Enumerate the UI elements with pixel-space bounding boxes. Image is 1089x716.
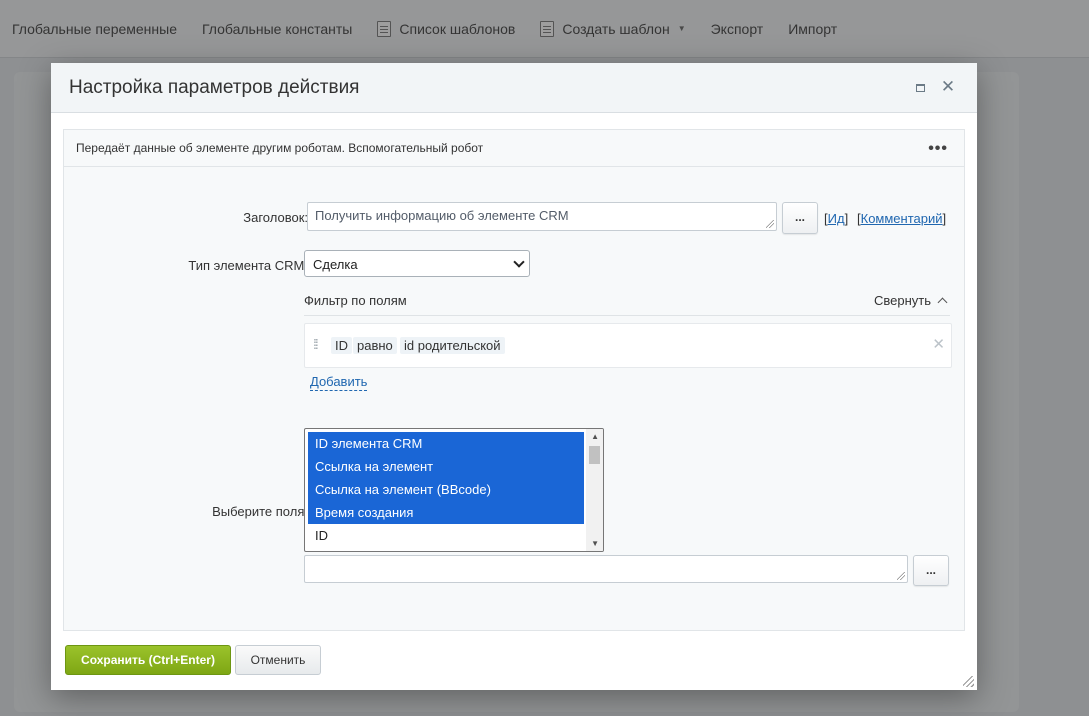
filter-condition-row: ⁞⁞ ID равно id родительской ✕ bbox=[304, 323, 952, 368]
fields-label: Выберите поля: bbox=[212, 504, 308, 519]
dialog-header: Настройка параметров действия ✕ bbox=[51, 63, 977, 113]
scrollbar[interactable]: ▲ ▼ bbox=[586, 429, 603, 551]
settings-panel: Передаёт данные об элементе другим робот… bbox=[63, 129, 965, 631]
list-option[interactable]: ID bbox=[308, 524, 584, 547]
resize-grip-icon[interactable] bbox=[766, 220, 774, 228]
list-option[interactable]: Время создания bbox=[308, 501, 584, 524]
more-icon[interactable]: ••• bbox=[928, 140, 948, 158]
add-condition-link[interactable]: Добавить bbox=[310, 374, 368, 391]
title-input-value: Получить информацию об элементе CRM bbox=[315, 208, 569, 223]
list-option[interactable]: Ссылка на элемент bbox=[308, 455, 584, 478]
filter-value[interactable]: id родительской bbox=[400, 337, 505, 354]
scroll-down-icon[interactable]: ▼ bbox=[591, 539, 599, 548]
title-label: Заголовок: bbox=[243, 210, 308, 225]
entity-type-select[interactable]: Сделка bbox=[304, 250, 530, 277]
comment-link[interactable]: Комментарий bbox=[861, 211, 943, 226]
cancel-button[interactable]: Отменить bbox=[235, 645, 321, 675]
close-icon[interactable]: ✕ bbox=[939, 78, 957, 96]
action-settings-dialog: Настройка параметров действия ✕ Передаёт… bbox=[51, 63, 977, 690]
dialog-title: Настройка параметров действия bbox=[69, 76, 360, 98]
dialog-resize-icon[interactable] bbox=[963, 676, 974, 687]
list-option[interactable]: Ссылка на элемент (BBcode) bbox=[308, 478, 584, 501]
resize-grip-icon[interactable] bbox=[897, 572, 905, 580]
collapse-button[interactable]: Свернуть bbox=[873, 293, 948, 308]
id-link-wrapper: [Ид] bbox=[824, 211, 849, 226]
comment-link-wrapper: [Комментарий] bbox=[857, 211, 947, 226]
title-dots-button[interactable]: ... bbox=[782, 202, 818, 234]
scroll-up-icon[interactable]: ▲ bbox=[591, 432, 599, 441]
entity-type-value: Сделка bbox=[313, 257, 358, 272]
title-input[interactable]: Получить информацию об элементе CRM bbox=[307, 202, 777, 231]
chevron-up-icon bbox=[937, 297, 948, 308]
entity-type-label: Тип элемента CRM: bbox=[188, 258, 308, 273]
dialog-footer: Сохранить (Ctrl+Enter) Отменить bbox=[51, 638, 977, 688]
filter-operator[interactable]: равно bbox=[353, 337, 397, 354]
collapse-label: Свернуть bbox=[873, 293, 931, 308]
save-button[interactable]: Сохранить (Ctrl+Enter) bbox=[65, 645, 231, 675]
filter-header: Фильтр по полям Свернуть bbox=[304, 290, 950, 316]
fields-dots-button[interactable]: ... bbox=[913, 555, 949, 586]
fields-extra-input[interactable] bbox=[304, 555, 908, 583]
fields-listbox[interactable]: ID элемента CRM Ссылка на элемент Ссылка… bbox=[304, 428, 604, 552]
drag-handle-icon[interactable]: ⁞⁞ bbox=[313, 336, 319, 352]
chevron-down-icon bbox=[513, 256, 525, 268]
id-link[interactable]: Ид bbox=[828, 211, 845, 226]
scroll-thumb[interactable] bbox=[589, 446, 600, 464]
description-text: Передаёт данные об элементе другим робот… bbox=[76, 141, 484, 155]
robot-description: Передаёт данные об элементе другим робот… bbox=[64, 130, 964, 167]
filter-title: Фильтр по полям bbox=[304, 293, 407, 308]
remove-condition-icon[interactable]: ✕ bbox=[932, 335, 945, 353]
maximize-icon[interactable] bbox=[911, 78, 929, 96]
filter-field[interactable]: ID bbox=[331, 337, 352, 354]
list-option[interactable]: ID элемента CRM bbox=[308, 432, 584, 455]
